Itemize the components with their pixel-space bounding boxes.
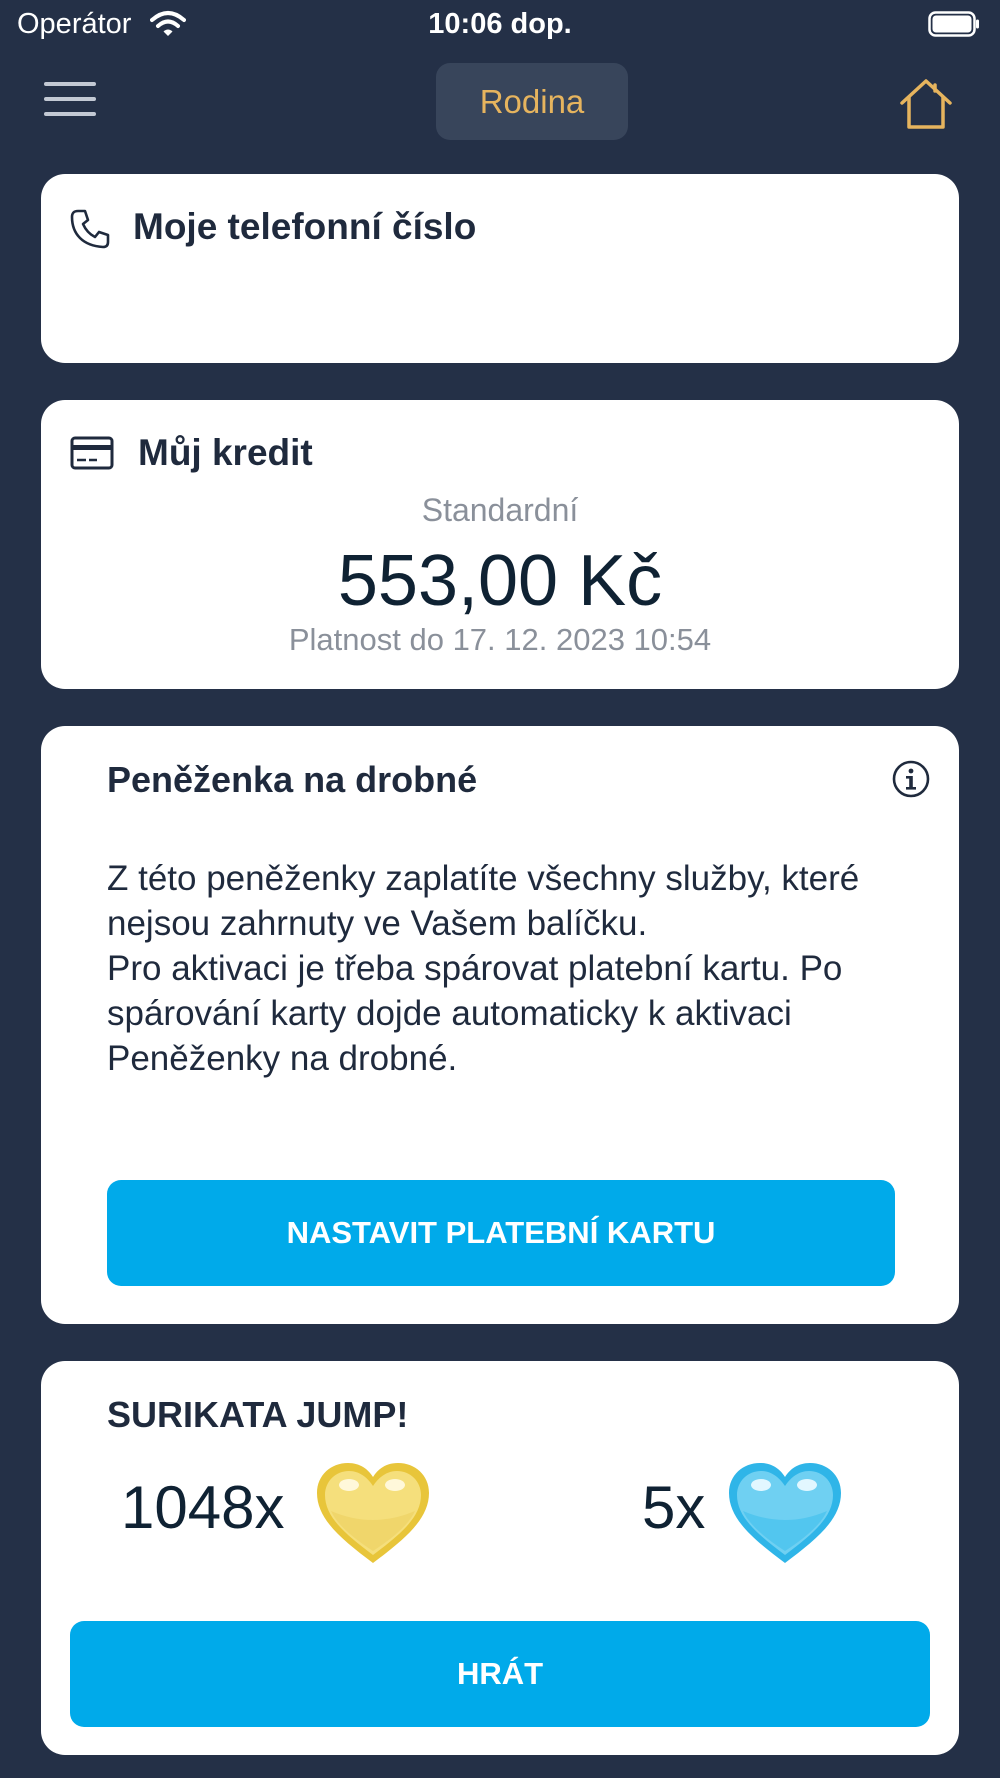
credit-card[interactable]: Můj kredit Standardní 553,00 Kč Platnost… — [41, 400, 959, 689]
menu-icon[interactable] — [44, 82, 96, 122]
credit-validity: Platnost do 17. 12. 2023 10:54 — [288, 622, 712, 657]
set-payment-card-button[interactable]: NASTAVIT PLATEBNÍ KARTU — [107, 1180, 895, 1286]
credit-amount: 553,00 Kč — [337, 541, 663, 621]
tariff-name: Standardní — [421, 492, 579, 528]
game-card: SURIKATA JUMP! 1048x 5x HRÁT — [41, 1361, 959, 1755]
blue-hearts-count: 5x — [642, 1474, 706, 1541]
phone-icon — [68, 207, 112, 256]
phone-number-card[interactable]: Moje telefonní číslo — [41, 174, 959, 363]
home-icon[interactable] — [896, 73, 956, 133]
battery-icon — [928, 11, 980, 37]
wallet-card: Peněženka na drobné Z této peněženky zap… — [41, 726, 959, 1324]
game-title: SURIKATA JUMP! — [107, 1394, 409, 1435]
credit-card-icon — [70, 436, 114, 477]
status-bar: Operátor 10:06 dop. — [0, 0, 1000, 52]
phone-card-title: Moje telefonní číslo — [133, 206, 477, 247]
wallet-card-title: Peněženka na drobné — [107, 759, 478, 800]
gold-heart-icon — [311, 1459, 435, 1574]
play-button[interactable]: HRÁT — [70, 1621, 930, 1727]
wallet-description: Z této peněženky zaplatíte všechny služb… — [107, 859, 860, 943]
credit-card-title: Můj kredit — [138, 432, 313, 473]
account-switcher[interactable]: Rodina — [436, 63, 628, 140]
info-icon[interactable] — [891, 759, 931, 804]
blue-heart-icon — [723, 1459, 847, 1574]
wallet-activation-info: Pro aktivaci je třeba spárovat platební … — [107, 949, 843, 1078]
top-navigation: Rodina — [0, 60, 1000, 142]
gold-hearts-count: 1048x — [121, 1474, 285, 1541]
clock: 10:06 dop. — [428, 8, 572, 40]
